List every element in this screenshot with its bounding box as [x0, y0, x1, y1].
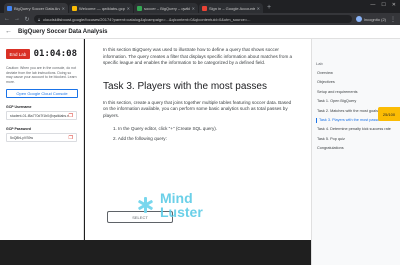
- close-tab-icon[interactable]: ✕: [257, 6, 260, 11]
- watermark-text: Mind Luster: [160, 191, 203, 219]
- minimize-icon[interactable]: —: [370, 2, 375, 8]
- profile-label: Incognito (2): [363, 16, 386, 22]
- credential-value: student-01-f8a770d7f1b0@qwiklabs.net: [10, 113, 69, 118]
- close-window-icon[interactable]: ✕: [392, 2, 396, 8]
- toc-item[interactable]: Task 5. Pop quiz: [316, 137, 400, 142]
- body-paragraph: In this section, create a query that joi…: [103, 99, 292, 118]
- browser-tab[interactable]: Welcome — qwiklabs-gcp-0 ✕: [69, 3, 133, 13]
- toc-item[interactable]: Objectives: [316, 80, 400, 85]
- credential-label: GCP Password: [6, 127, 32, 131]
- tab-favicon-icon: [137, 5, 142, 11]
- credential-label: GCP Username: [6, 105, 32, 109]
- watermark-line: Luster: [160, 204, 203, 220]
- tab-favicon-icon: [72, 5, 77, 11]
- forward-icon[interactable]: →: [14, 16, 20, 22]
- tab-label: BigQuery Soccer Data Analysis: [14, 5, 60, 11]
- new-tab-icon[interactable]: +: [267, 3, 271, 13]
- menu-icon[interactable]: ⋮: [390, 16, 396, 23]
- profile-chip[interactable]: Incognito (2): [355, 16, 386, 22]
- credential-field[interactable]: 5xQ8hLyVS9w ❐: [6, 133, 77, 142]
- intro-paragraph: In this section BigQuery was used to ill…: [103, 47, 293, 66]
- url-text: cloudskillsboost.google/focuses/20174?pa…: [43, 16, 251, 22]
- tab-favicon-icon: [7, 5, 12, 11]
- close-tab-icon[interactable]: ✕: [127, 6, 130, 11]
- open-console-button[interactable]: Open Google Cloud Console: [6, 89, 78, 98]
- toc-item[interactable]: Task 4. Determine penalty kick success r…: [316, 127, 400, 132]
- password-credential: GCP Password 5xQ8hLyVS9w ❐: [6, 127, 77, 142]
- tab-label: Sign in – Google Accounts: [209, 5, 255, 11]
- url-field[interactable]: 🔒︎ cloudskillsboost.google/focuses/20174…: [34, 15, 352, 23]
- mind-luster-watermark: Mind Luster: [134, 184, 259, 226]
- browser-tab-strip: BigQuery Soccer Data Analysis ✕ Welcome …: [0, 0, 400, 13]
- credential-field[interactable]: student-01-f8a770d7f1b0@qwiklabs.net ❐: [6, 111, 77, 120]
- copy-icon[interactable]: ❐: [69, 113, 73, 119]
- address-bar-row: ← → ↻ 🔒︎ cloudskillsboost.google/focuses…: [0, 13, 400, 25]
- tab-favicon-icon: [202, 5, 207, 11]
- username-credential: GCP Username student-01-f8a770d7f1b0@qwi…: [6, 105, 77, 120]
- reload-icon[interactable]: ↻: [24, 16, 30, 23]
- app-header: ← BigQuery Soccer Data Analysis ☆ 🛒︎ ? ⋮: [0, 25, 400, 265]
- toc-item[interactable]: Setup and requirements: [316, 90, 400, 95]
- browser-tab[interactable]: Sign in – Google Accounts ✕: [199, 3, 263, 13]
- tab-label: Welcome — qwiklabs-gcp-0: [79, 5, 125, 11]
- caution-text: Caution: When you are in the console, do…: [6, 66, 77, 84]
- lab-timer: 01:04:08: [33, 49, 77, 59]
- lab-control-panel: End Lab 01:04:08 Caution: When you are i…: [0, 39, 84, 240]
- back-arrow-icon[interactable]: ←: [5, 28, 12, 35]
- back-icon[interactable]: ←: [4, 16, 10, 22]
- toc-item[interactable]: Congratulations: [316, 146, 400, 151]
- toc-header: Lab: [316, 61, 323, 66]
- browser-tab[interactable]: soccer – BigQuery – qwiklab ✕: [134, 3, 198, 13]
- table-of-contents: Lab Overview Objectives Setup and requir…: [311, 39, 400, 240]
- page-title: BigQuery Soccer Data Analysis: [18, 28, 108, 35]
- step-one: 1. In the Query editor, click "+" (Creat…: [113, 125, 218, 131]
- watermark-logo-icon: [134, 194, 156, 216]
- window-controls: — ☐ ✕: [370, 2, 396, 8]
- watermark-line: Mind: [160, 190, 193, 206]
- maximize-icon[interactable]: ☐: [381, 2, 385, 8]
- section-heading: Task 3. Players with the most passes: [103, 80, 267, 92]
- toc-item[interactable]: Overview: [316, 71, 400, 76]
- browser-tab[interactable]: BigQuery Soccer Data Analysis ✕: [4, 3, 68, 13]
- incognito-icon: [355, 16, 362, 22]
- toc-item[interactable]: Task 1. Open BigQuery: [316, 99, 400, 104]
- tab-label: soccer – BigQuery – qwiklab: [144, 5, 190, 11]
- credential-value: 5xQ8hLyVS9w: [10, 135, 34, 140]
- timer-row: End Lab 01:04:08: [6, 49, 77, 59]
- step-two: 2. Add the following query:: [113, 136, 167, 142]
- score-badge: 25/100: [378, 107, 400, 121]
- end-lab-button[interactable]: End Lab: [6, 49, 30, 59]
- close-tab-icon[interactable]: ✕: [62, 6, 65, 11]
- close-tab-icon[interactable]: ✕: [192, 6, 195, 11]
- lock-icon: 🔒︎: [38, 16, 41, 22]
- copy-icon[interactable]: ❐: [69, 135, 73, 141]
